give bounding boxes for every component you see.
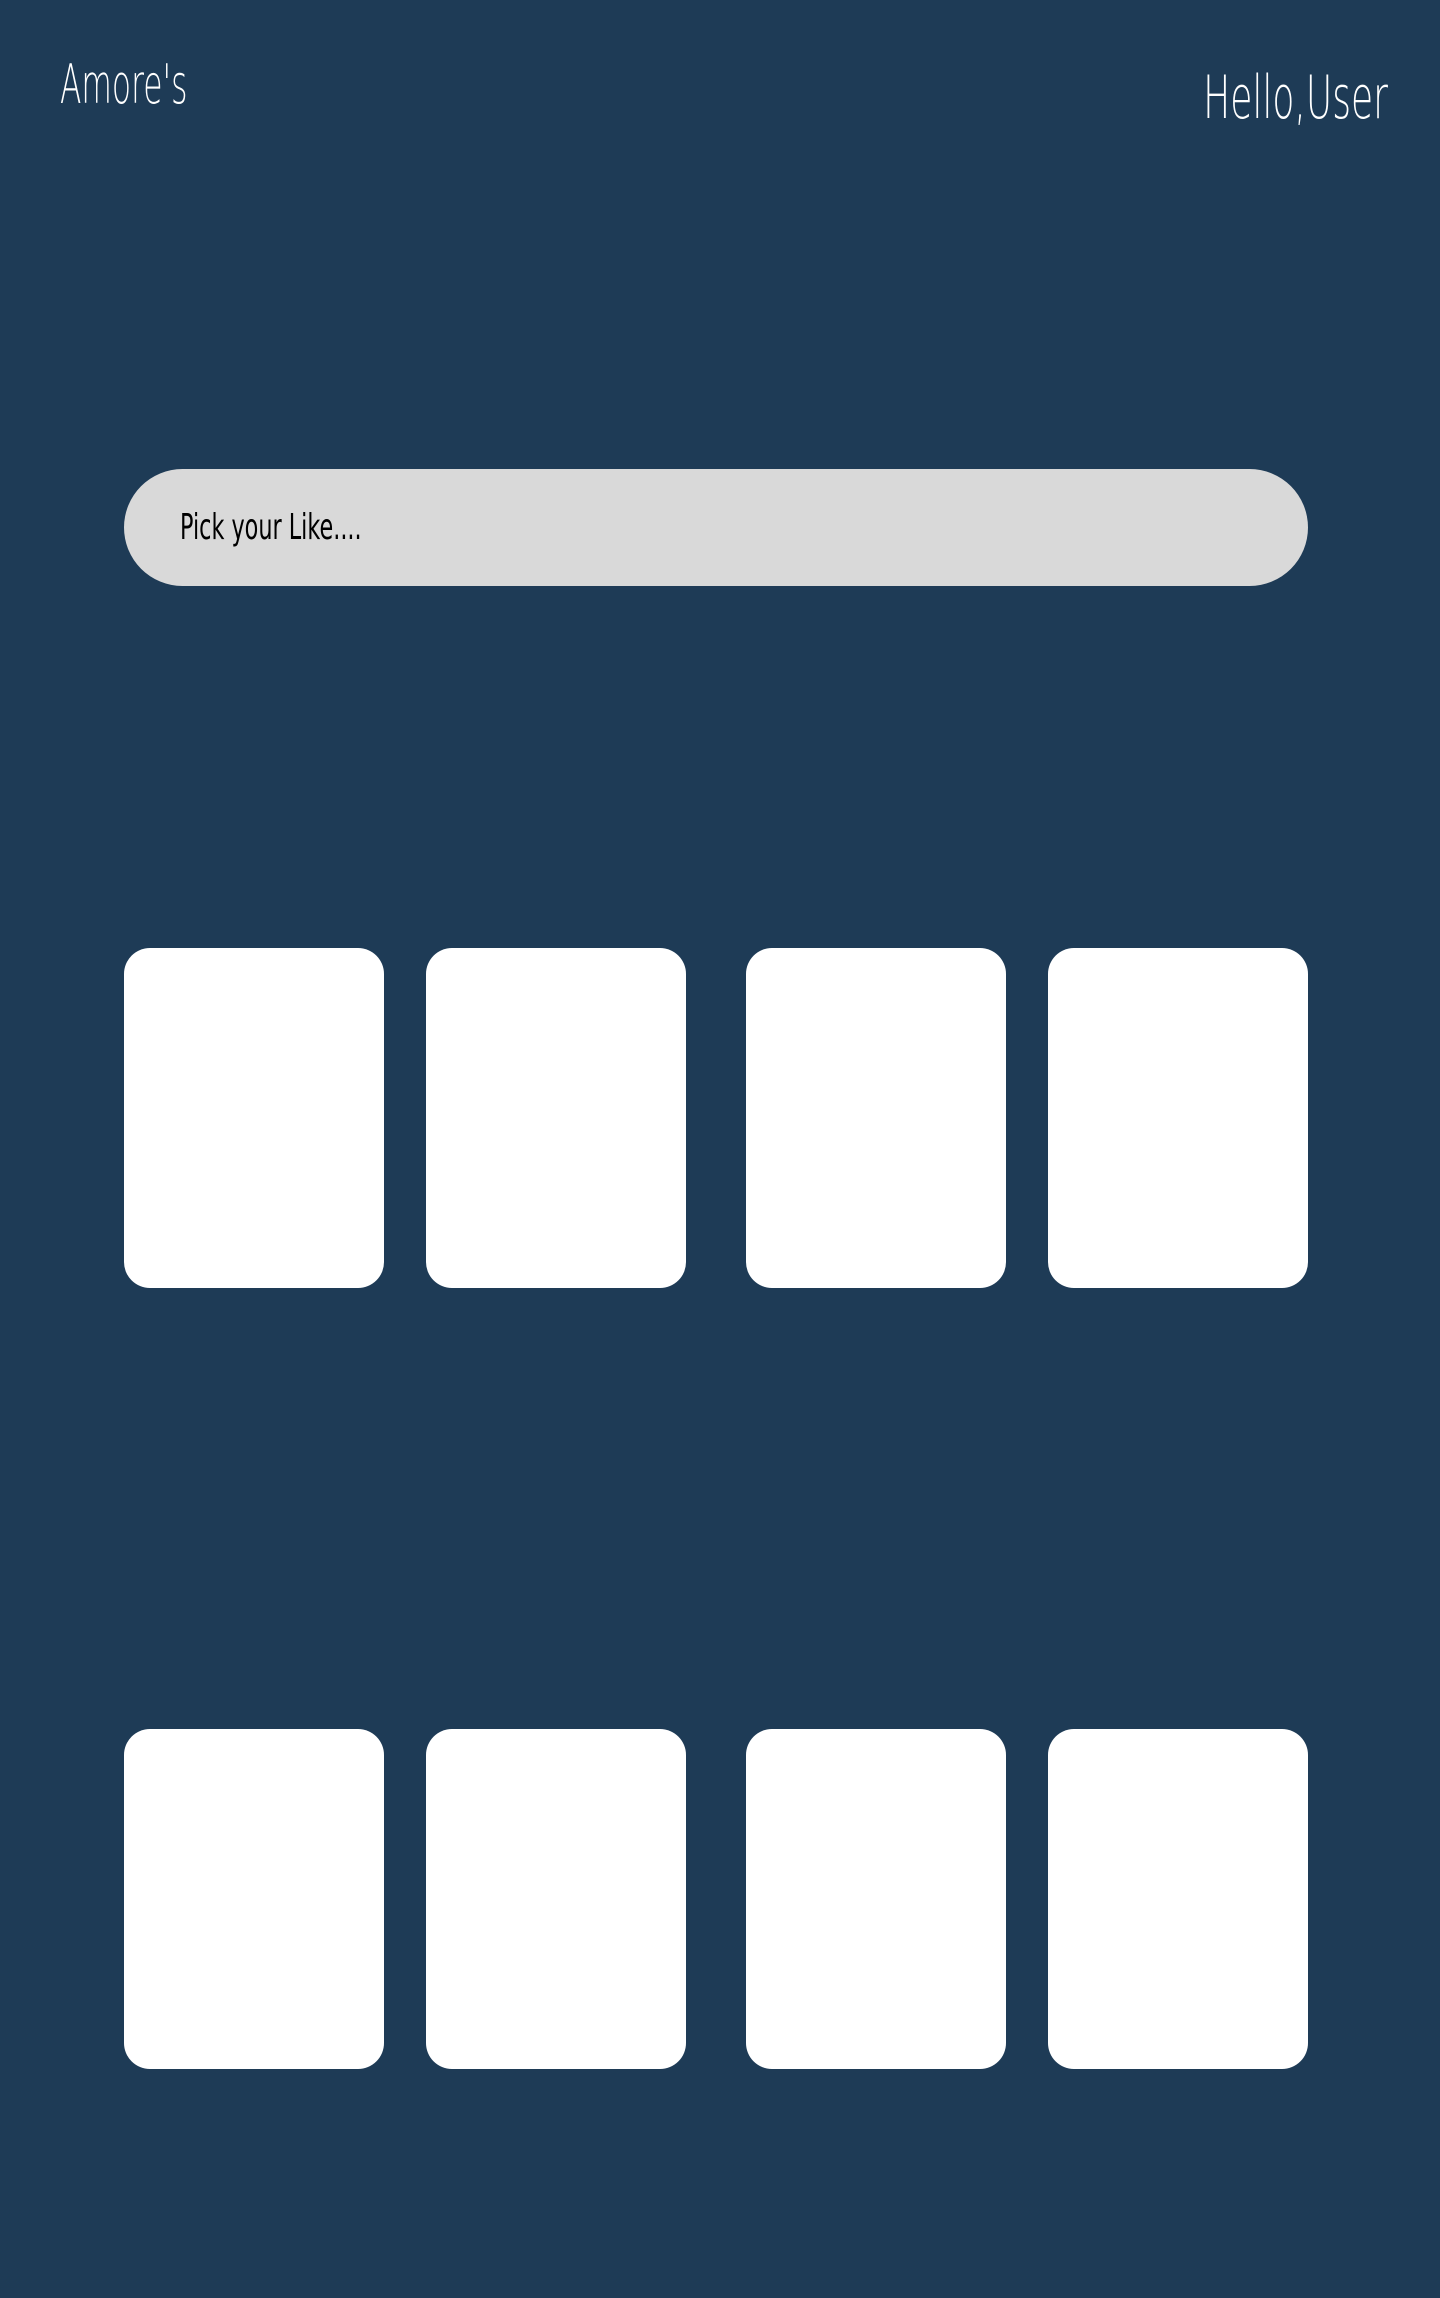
product-card[interactable] bbox=[1048, 948, 1308, 1288]
product-card[interactable] bbox=[1048, 1729, 1308, 2069]
product-card[interactable] bbox=[124, 1729, 384, 2069]
user-greeting[interactable]: Hello,User bbox=[1203, 68, 1388, 128]
brand-logo[interactable]: Amore's bbox=[60, 58, 187, 112]
product-card[interactable] bbox=[746, 948, 1006, 1288]
product-card[interactable] bbox=[426, 948, 686, 1288]
search-input[interactable] bbox=[180, 469, 850, 586]
product-card[interactable] bbox=[124, 948, 384, 1288]
search-bar[interactable] bbox=[124, 469, 1308, 586]
product-card[interactable] bbox=[426, 1729, 686, 2069]
product-card[interactable] bbox=[746, 1729, 1006, 2069]
